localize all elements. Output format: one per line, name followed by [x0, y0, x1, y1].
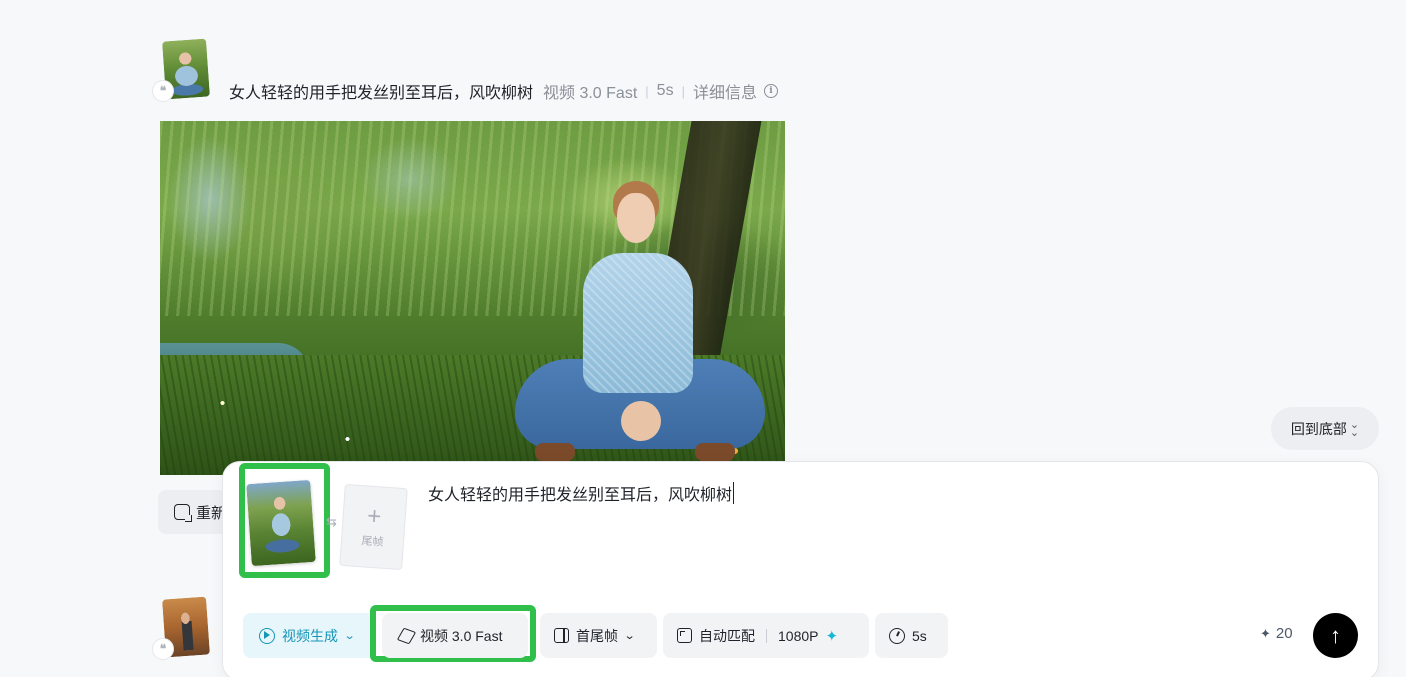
model-select-button[interactable]: 视频 3.0 Fast	[382, 613, 528, 658]
frame-icon	[554, 628, 569, 643]
duration-label: 5s	[912, 627, 927, 644]
details-link[interactable]: 详细信息	[693, 79, 757, 103]
duration-button[interactable]: 5s	[875, 613, 948, 658]
back-to-bottom-label: 回到底部	[1290, 420, 1347, 437]
cube-icon	[396, 627, 417, 644]
first-frame-image	[246, 479, 316, 567]
ratio-resolution-button[interactable]: 自动匹配 1080P ✦	[663, 613, 869, 658]
history-model: 视频 3.0 Fast	[543, 85, 638, 102]
resolution-label: 1080P	[778, 627, 819, 644]
last-frame-upload[interactable]: + 尾帧	[339, 483, 408, 571]
frame-mode-dropdown[interactable]: 首尾帧 ⌄	[540, 613, 657, 658]
sparkle-icon: ✦	[825, 627, 839, 645]
credit-value: 20	[1275, 625, 1293, 642]
frame-label: 首尾帧	[576, 627, 618, 644]
clock-icon	[889, 627, 905, 644]
history-header: 女人轻轻的用手把发丝别至耳后，风吹柳树 视频 3.0 Fast | 5s | 详…	[229, 79, 778, 103]
send-button[interactable]: ↑	[1313, 613, 1358, 658]
prompt-value: 女人轻轻的用手把发丝别至耳后，风吹柳树	[428, 487, 733, 504]
generated-video-preview[interactable]	[160, 121, 785, 475]
last-frame-label: 尾帧	[361, 535, 384, 549]
info-icon[interactable]: i	[763, 84, 778, 98]
credit-sparkle-icon: ✦	[1260, 625, 1271, 641]
plus-icon: +	[366, 502, 383, 531]
chevron-down-icon: ⌄	[343, 630, 356, 642]
text-caret	[733, 482, 735, 504]
history-prompt: 女人轻轻的用手把发丝别至耳后，风吹柳树	[229, 85, 534, 102]
generation-mode-dropdown[interactable]: 视频生成 ⌄	[243, 613, 375, 658]
first-frame-upload[interactable]	[239, 463, 330, 578]
ratio-label: 自动匹配	[699, 627, 755, 644]
prompt-input[interactable]: 女人轻轻的用手把发丝别至耳后，风吹柳树	[428, 481, 735, 505]
aspect-ratio-icon	[677, 628, 692, 643]
model-label: 视频 3.0 Fast	[420, 627, 503, 644]
video-play-icon	[259, 627, 275, 644]
woman-figure	[505, 181, 765, 475]
credit-cost: ✦ 20	[1260, 625, 1293, 642]
divider: |	[645, 83, 649, 99]
mode-label: 视频生成	[282, 627, 338, 644]
history-reference-thumbnail-2[interactable]: ❝	[152, 596, 210, 660]
quote-icon: ❝	[152, 80, 174, 102]
quote-icon: ❝	[152, 638, 174, 660]
history-reference-thumbnail[interactable]: ❝	[152, 38, 210, 102]
chevron-down-icon: ⌄	[623, 630, 636, 642]
double-chevron-down-icon: ⌄ ⌄	[1349, 418, 1360, 439]
edit-icon	[174, 504, 192, 522]
arrow-up-icon: ↑	[1330, 622, 1341, 648]
swap-frames-icon[interactable]: ⇆	[326, 514, 337, 530]
divider	[766, 628, 767, 643]
back-to-bottom-button[interactable]: 回到底部 ⌄ ⌄	[1271, 407, 1379, 450]
divider: |	[681, 83, 685, 99]
history-duration: 5s	[656, 82, 674, 99]
